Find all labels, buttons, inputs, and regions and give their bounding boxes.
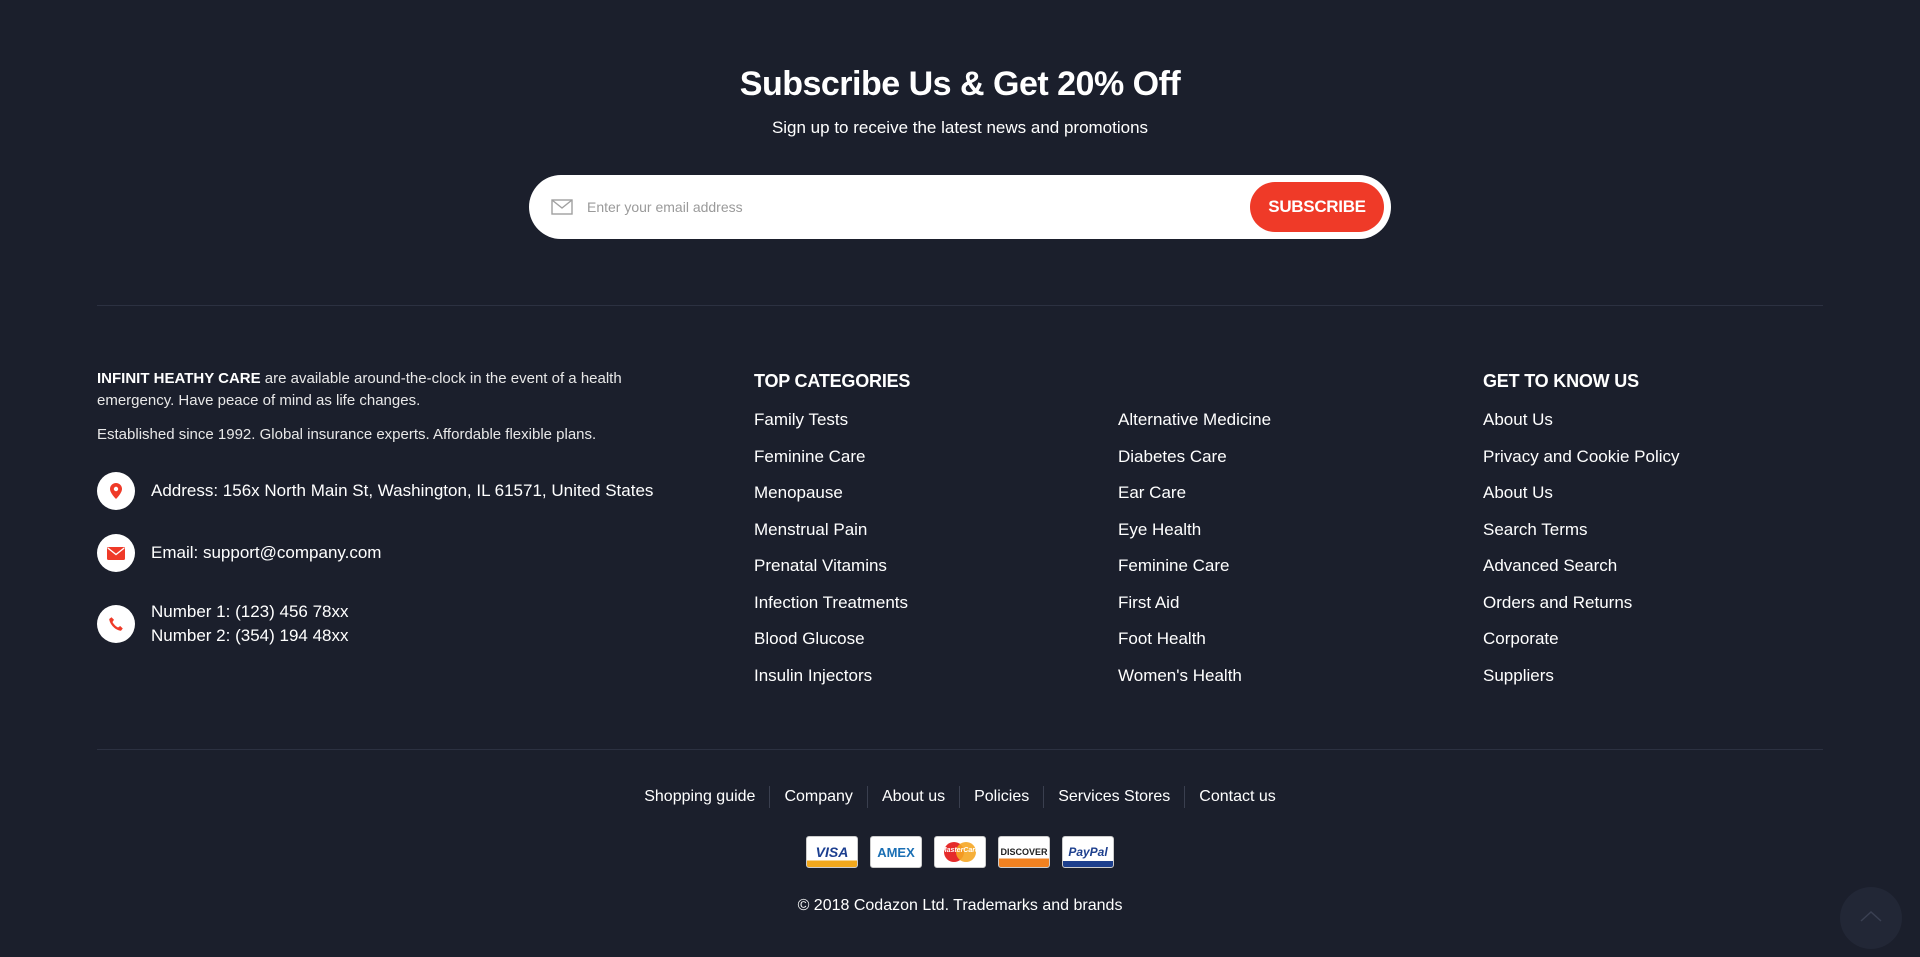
footer-link[interactable]: Alternative Medicine bbox=[1118, 409, 1271, 446]
top-categories-list-1: Family Tests Feminine Care Menopause Menstr… bbox=[754, 409, 908, 701]
envelope-icon bbox=[551, 199, 573, 215]
contact-address: Address: 156x North Main St, Washington,… bbox=[97, 472, 653, 510]
footer-link[interactable]: Diabetes Care bbox=[1118, 446, 1271, 483]
footer-link[interactable]: Blood Glucose bbox=[754, 628, 908, 665]
phone-number-1: Number 1: (123) 456 78xx bbox=[151, 602, 349, 621]
phone-number-2: Number 2: (354) 194 48xx bbox=[151, 626, 349, 645]
footer-link[interactable]: Insulin Injectors bbox=[754, 665, 908, 702]
payment-methods: VISA AMEX MasterCard DISCOVER PayPal bbox=[0, 836, 1920, 868]
footer-nav: Shopping guide Company About us Policies Ser… bbox=[0, 786, 1920, 808]
newsletter-title: Subscribe Us & Get 20% Off bbox=[739, 65, 1181, 103]
divider bbox=[97, 305, 1823, 306]
phone-numbers: Number 1: (123) 456 78xx Number 2: (354)… bbox=[151, 600, 349, 648]
discover-icon: DISCOVER bbox=[998, 836, 1050, 868]
about-block: INFINIT HEATHY CARE are available around… bbox=[97, 368, 637, 446]
footer-link[interactable]: Foot Health bbox=[1118, 628, 1271, 665]
footer-link[interactable]: Eye Health bbox=[1118, 519, 1271, 556]
footer-link[interactable]: About Us bbox=[1483, 482, 1680, 519]
footer-link[interactable]: About Us bbox=[1483, 409, 1680, 446]
footer-link[interactable]: Suppliers bbox=[1483, 665, 1680, 702]
get-to-know-title: GET TO KNOW US bbox=[1483, 371, 1639, 391]
footer-nav-link[interactable]: Policies bbox=[960, 788, 1043, 806]
footer-link[interactable]: Corporate bbox=[1483, 628, 1680, 665]
footer-link[interactable]: First Aid bbox=[1118, 592, 1271, 629]
newsletter-form: SUBSCRIBE bbox=[529, 175, 1391, 239]
chevron-up-icon bbox=[1859, 909, 1883, 928]
amex-icon: AMEX bbox=[870, 836, 922, 868]
email-input[interactable] bbox=[585, 186, 1250, 228]
address-text: Address: 156x North Main St, Washington,… bbox=[151, 481, 654, 500]
footer-nav-link[interactable]: Services Stores bbox=[1044, 788, 1184, 806]
about-established: Established since 1992. Global insurance… bbox=[97, 426, 597, 443]
footer-link[interactable]: Family Tests bbox=[754, 409, 908, 446]
back-to-top-button[interactable] bbox=[1840, 887, 1902, 949]
footer-link[interactable]: Privacy and Cookie Policy bbox=[1483, 446, 1680, 483]
contact-phone: Number 1: (123) 456 78xx Number 2: (354)… bbox=[97, 600, 349, 648]
email-text[interactable]: Email: support@company.com bbox=[151, 541, 381, 565]
footer-nav-link[interactable]: Company bbox=[770, 788, 866, 806]
about-intro: INFINIT HEATHY CARE are available around… bbox=[97, 368, 637, 412]
footer-link[interactable]: Advanced Search bbox=[1483, 555, 1680, 592]
visa-icon: VISA bbox=[806, 836, 858, 868]
copyright: © 2018 Codazon Ltd. Trademarks and brand… bbox=[797, 897, 1123, 914]
newsletter-section: Subscribe Us & Get 20% Off Sign up to re… bbox=[0, 0, 1920, 239]
paypal-icon: PayPal bbox=[1062, 836, 1114, 868]
mastercard-icon: MasterCard bbox=[934, 836, 986, 868]
footer-link[interactable]: Orders and Returns bbox=[1483, 592, 1680, 629]
footer-link[interactable]: Feminine Care bbox=[754, 446, 908, 483]
footer-link[interactable]: Menopause bbox=[754, 482, 908, 519]
brand-name: INFINIT HEATHY CARE bbox=[97, 370, 261, 387]
envelope-icon bbox=[97, 534, 135, 572]
footer-link[interactable]: Infection Treatments bbox=[754, 592, 908, 629]
divider bbox=[97, 749, 1823, 750]
footer-link[interactable]: Prenatal Vitamins bbox=[754, 555, 908, 592]
map-pin-icon bbox=[97, 472, 135, 510]
get-to-know-list: About Us Privacy and Cookie Policy About U… bbox=[1483, 409, 1680, 701]
subscribe-button[interactable]: SUBSCRIBE bbox=[1250, 182, 1384, 232]
footer-nav-link[interactable]: Shopping guide bbox=[630, 788, 769, 806]
footer-nav-link[interactable]: About us bbox=[868, 788, 959, 806]
footer-link[interactable]: Ear Care bbox=[1118, 482, 1271, 519]
top-categories-list-2: Alternative Medicine Diabetes Care Ear Car… bbox=[1118, 409, 1271, 701]
top-categories-title: TOP CATEGORIES bbox=[754, 371, 911, 391]
footer-link[interactable]: Search Terms bbox=[1483, 519, 1680, 556]
footer-link[interactable]: Women's Health bbox=[1118, 665, 1271, 702]
newsletter-subtitle: Sign up to receive the latest news and p… bbox=[771, 118, 1149, 137]
contact-email: Email: support@company.com bbox=[97, 534, 381, 572]
footer-link[interactable]: Menstrual Pain bbox=[754, 519, 908, 556]
footer-nav-link[interactable]: Contact us bbox=[1185, 788, 1289, 806]
footer-link[interactable]: Feminine Care bbox=[1118, 555, 1271, 592]
phone-icon bbox=[97, 605, 135, 643]
